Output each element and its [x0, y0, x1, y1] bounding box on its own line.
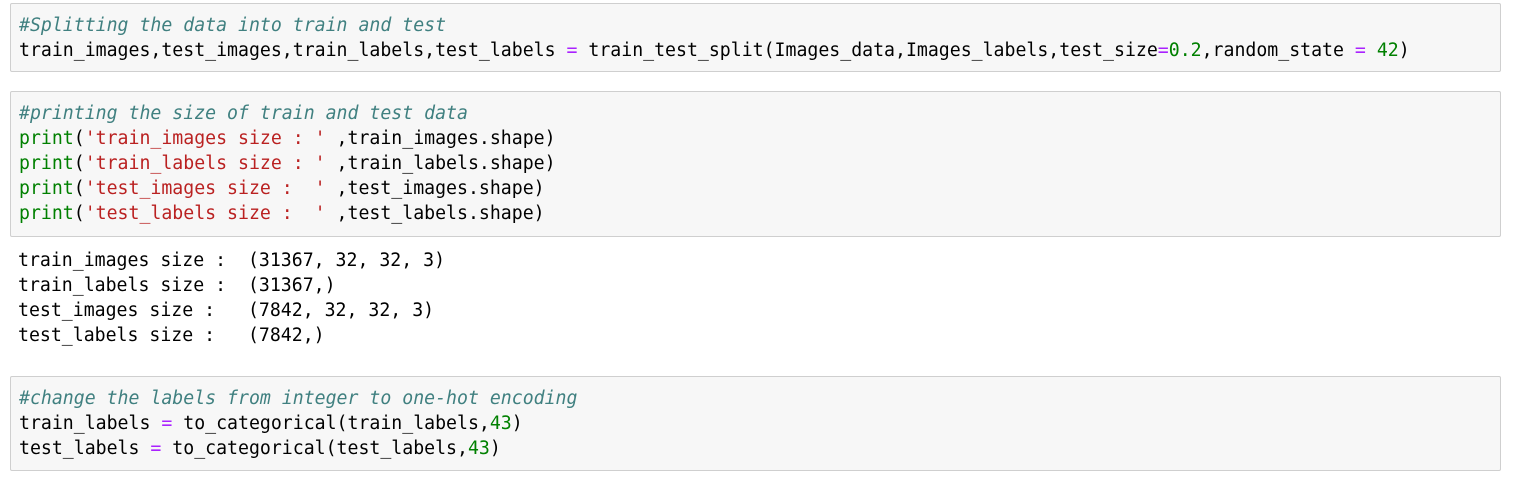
code-token: ( — [73, 203, 85, 224]
code-operator: = — [566, 40, 578, 61]
code-token: train_test_split(Images_data,Images_labe… — [577, 40, 1158, 61]
code-line: train_images,test_images,train_labels,te… — [19, 38, 1410, 63]
code-string: 'train_labels size : ' — [84, 153, 326, 174]
code-number: 42 — [1376, 40, 1399, 61]
code-string: 'test_images size : ' — [84, 178, 326, 199]
code-token: train_images size : (31367, 32, 32, 3) — [18, 250, 446, 271]
code-token: to_categorical(train_labels, — [172, 413, 490, 434]
code-line: print('test_images size : ' ,test_images… — [19, 176, 545, 201]
code-token: ,train_labels.shape) — [325, 153, 556, 174]
code-operator: = — [1157, 40, 1169, 61]
code-token: ,test_labels.shape) — [325, 203, 545, 224]
code-cell-print-sizes[interactable]: #printing the size of train and test dat… — [10, 91, 1501, 237]
code-token: test_labels — [19, 438, 151, 459]
code-token: ) — [511, 413, 523, 434]
code-token: ( — [73, 128, 85, 149]
code-token: ) — [1398, 40, 1410, 61]
code-line: #change the labels from integer to one-h… — [19, 386, 577, 411]
output-line: train_images size : (31367, 32, 32, 3) — [18, 248, 445, 273]
code-token: ,test_images.shape) — [325, 178, 545, 199]
code-operator: = — [150, 438, 162, 459]
code-number: 0.2 — [1168, 40, 1202, 61]
code-token: test_labels size : (7842,) — [18, 325, 325, 346]
code-line: test_labels = to_categorical(test_labels… — [19, 436, 501, 461]
code-string: 'test_labels size : ' — [84, 203, 326, 224]
code-line: train_labels = to_categorical(train_labe… — [19, 411, 523, 436]
code-string: 'train_images size : ' — [84, 128, 326, 149]
code-keyword: print — [19, 178, 74, 199]
cell-output: train_images size : (31367, 32, 32, 3) t… — [10, 240, 1501, 355]
code-comment: #printing the size of train and test dat… — [19, 103, 468, 124]
code-token: ,random_state — [1201, 40, 1355, 61]
code-line: #Splitting the data into train and test — [19, 13, 446, 38]
code-line: #printing the size of train and test dat… — [19, 101, 468, 126]
code-comment: #change the labels from integer to one-h… — [19, 388, 578, 409]
code-cell-split[interactable]: #Splitting the data into train and test … — [10, 3, 1501, 72]
code-token: test_images size : (7842, 32, 32, 3) — [18, 300, 435, 321]
code-line: print('train_labels size : ' ,train_labe… — [19, 151, 556, 176]
code-token: train_images,test_images,train_labels,te… — [19, 40, 567, 61]
code-cell-one-hot[interactable]: #change the labels from integer to one-h… — [10, 376, 1501, 471]
code-number: 43 — [467, 438, 490, 459]
code-number: 43 — [489, 413, 512, 434]
code-token: ( — [73, 153, 85, 174]
output-line: train_labels size : (31367,) — [18, 273, 336, 298]
code-keyword: print — [19, 153, 74, 174]
code-keyword: print — [19, 128, 74, 149]
code-operator: = — [161, 413, 173, 434]
code-comment: #Splitting the data into train and test — [19, 15, 447, 36]
code-token: to_categorical(test_labels, — [161, 438, 468, 459]
output-line: test_labels size : (7842,) — [18, 323, 325, 348]
code-token: ( — [73, 178, 85, 199]
code-token: ,train_images.shape) — [325, 128, 556, 149]
code-operator: = — [1354, 40, 1366, 61]
code-line: print('train_images size : ' ,train_imag… — [19, 126, 556, 151]
code-token: train_labels — [19, 413, 162, 434]
code-token: ) — [489, 438, 501, 459]
output-line: test_images size : (7842, 32, 32, 3) — [18, 298, 434, 323]
code-line: print('test_labels size : ' ,test_labels… — [19, 201, 545, 226]
code-token: train_labels size : (31367,) — [18, 275, 336, 296]
code-keyword: print — [19, 203, 74, 224]
